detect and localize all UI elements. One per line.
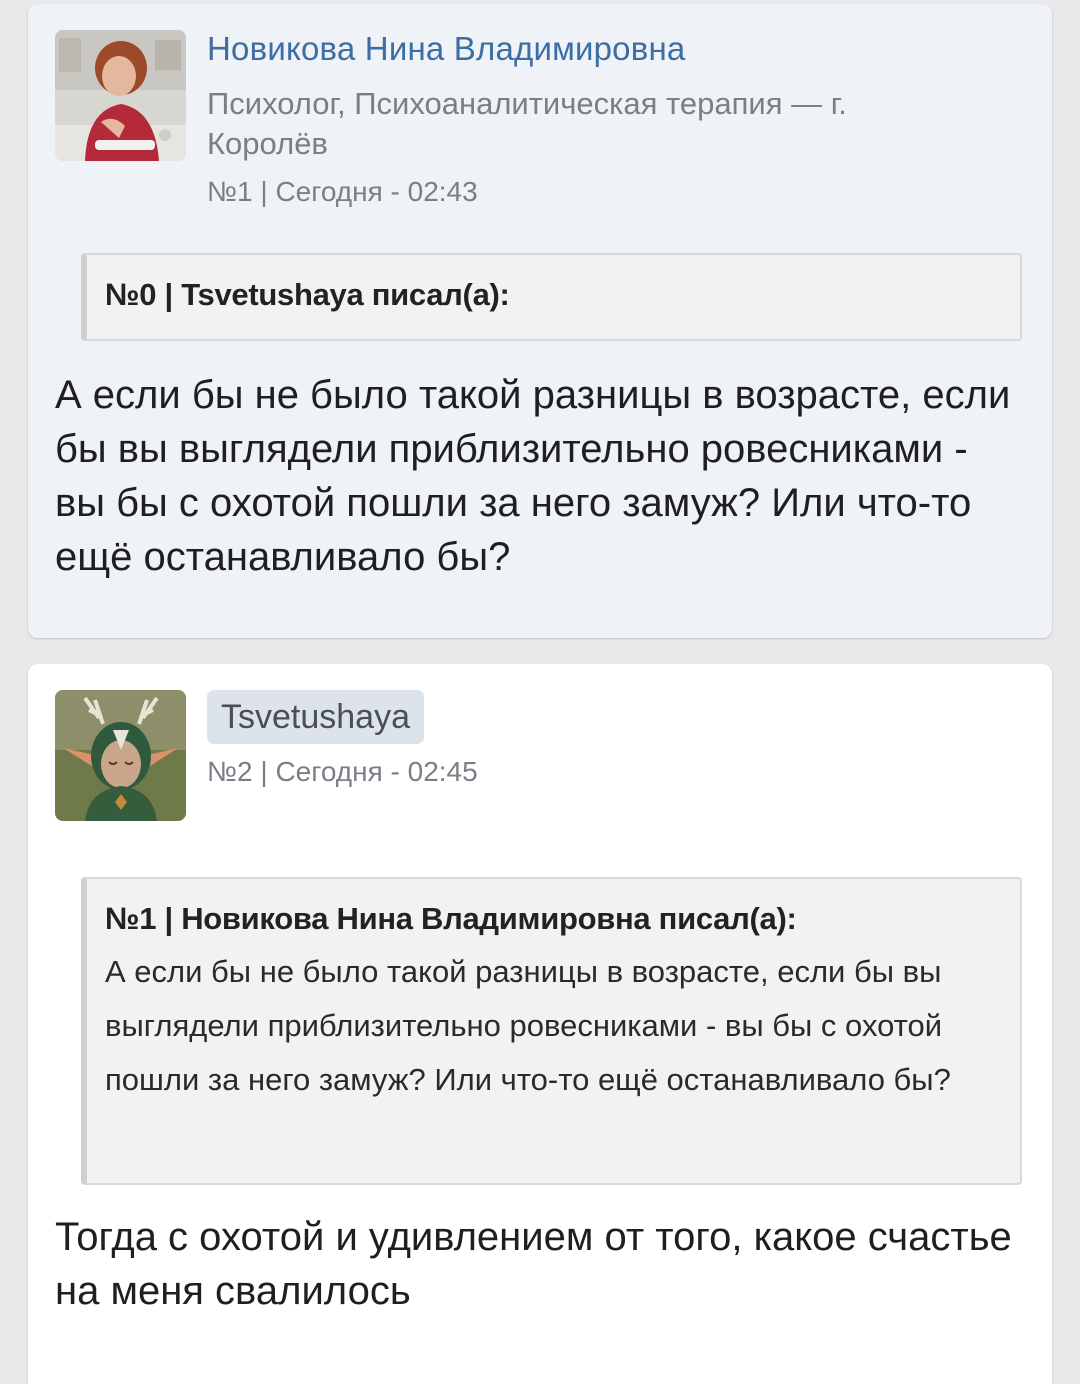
post-meta: №2 | Сегодня - 02:45 — [207, 756, 478, 787]
avatar-photo-icon — [55, 30, 186, 161]
quote-text: А если бы не было такой разницы в возрас… — [105, 954, 951, 1097]
quote-header: №1 | Новикова Нина Владимировна писал(а)… — [105, 901, 797, 936]
forum-post: Tsvetushaya №2 | Сегодня - 02:45 №1 | Но… — [28, 664, 1052, 1384]
author-name-link[interactable]: Новикова Нина Владимировна — [207, 30, 685, 68]
quote-block: №0 | Tsvetushaya писал(а): — [81, 253, 1022, 341]
author-avatar[interactable] — [55, 690, 186, 821]
forum-post: Новикова Нина Владимировна Психолог, Пси… — [28, 4, 1052, 638]
quote-block: №1 | Новикова Нина Владимировна писал(а)… — [81, 877, 1022, 1185]
author-role: Психолог, Психоаналитическая терапия — г… — [207, 86, 847, 161]
author-avatar[interactable] — [55, 30, 186, 161]
post-body: А если бы не было такой разницы в возрас… — [55, 373, 1011, 579]
post-meta: №1 | Сегодня - 02:43 — [207, 176, 478, 207]
post-body: Тогда с охотой и удивлением от того, как… — [55, 1215, 1012, 1313]
author-name-chip[interactable]: Tsvetushaya — [207, 690, 424, 744]
avatar-forest-spirit-icon — [55, 690, 186, 821]
quote-header: №0 | Tsvetushaya писал(а): — [105, 277, 510, 312]
